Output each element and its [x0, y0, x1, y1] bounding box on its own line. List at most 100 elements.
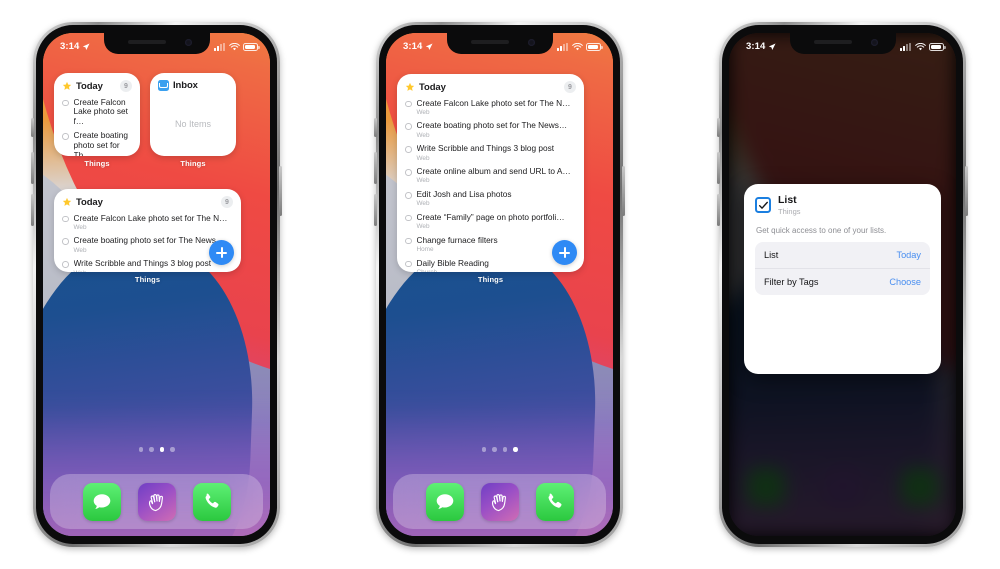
list-item[interactable]: Write Scribble and Things 3 blog post We… [405, 142, 576, 165]
task-project: Web [416, 154, 430, 162]
widget-header: Today 9 [54, 73, 140, 94]
dock [393, 474, 606, 529]
checkbox-circle-icon[interactable] [405, 192, 412, 199]
page-dots[interactable] [43, 447, 270, 452]
task-title: Create boating photo set for The News… [416, 121, 568, 131]
task-title: Change furnace filters [416, 235, 498, 245]
notch [789, 33, 896, 54]
status-time: 3:14 [403, 41, 423, 52]
wifi-icon [228, 42, 240, 50]
battery-icon [586, 42, 603, 51]
task-title: Create boating photo set for The News… [73, 236, 225, 246]
list-item[interactable]: Create “Family” page on photo portfoli… … [405, 210, 576, 233]
list-item[interactable]: Create boating photo set for The News… W… [405, 119, 576, 142]
task-project: Web [73, 223, 87, 231]
list-item[interactable]: Write Scribble and Things 3 blog post We… [62, 257, 233, 272]
list-item[interactable]: Change furnace filters Home [405, 233, 576, 256]
task-title: Create “Family” page on photo portfoli… [416, 212, 565, 222]
messages-app-icon[interactable] [425, 482, 464, 521]
screenshot-stage: 3:14 Today 9 Create Falcon Lake photo se… [0, 0, 1000, 569]
checkbox-circle-icon[interactable] [62, 238, 69, 245]
task-title: Create boating photo set for Th… [73, 131, 128, 156]
checkbox-circle-icon[interactable] [405, 123, 412, 130]
notch [446, 33, 553, 54]
list-item[interactable]: Create boating photo set for The News… W… [62, 234, 233, 257]
widget-config-modal-wrap: List Things Get quick access to one of y… [729, 33, 956, 536]
widget-header: Today 9 [54, 189, 241, 210]
task-title: Edit Josh and Lisa photos [416, 190, 512, 200]
checkbox-circle-icon[interactable] [62, 215, 69, 222]
cellular-signal-icon [557, 42, 568, 51]
task-project: Web [416, 108, 430, 116]
star-icon [62, 81, 72, 90]
checkbox-circle-icon[interactable] [405, 237, 412, 245]
cellular-signal-icon [214, 42, 225, 51]
dialog-subtitle: Things [778, 206, 801, 216]
task-project: Web [416, 223, 430, 231]
wifi-icon [571, 42, 583, 50]
add-task-button[interactable] [552, 240, 577, 265]
checkbox-circle-icon[interactable] [405, 214, 412, 222]
widget-today-small[interactable]: Today 9 Create Falcon Lake photo set f… [54, 73, 140, 156]
list-item[interactable]: Daily Bible Reading Church [405, 256, 576, 272]
widget-app-label: Things [180, 159, 206, 168]
widget-title: Today [76, 80, 103, 92]
notch [103, 33, 210, 54]
widget-app-label: Things [134, 275, 161, 284]
widget-title: Inbox [173, 80, 198, 91]
checkbox-circle-icon[interactable] [405, 260, 412, 268]
list-item[interactable]: Create online album and send URL to A… W… [405, 165, 576, 188]
phone2-home-screen: Today 9 Create Falcon Lake photo set for… [386, 33, 613, 536]
option-value[interactable]: Today [896, 250, 921, 260]
widget-today-medium[interactable]: Today 9 Create Falcon Lake photo set for… [54, 189, 241, 272]
widget-app-label: Things [84, 159, 110, 168]
inbox-icon [158, 80, 169, 91]
phone-app-icon[interactable] [535, 482, 574, 521]
list-item[interactable]: Edit Josh and Lisa photos Web [405, 188, 576, 211]
widget-count-badge: 9 [221, 196, 233, 208]
dialog-description: Get quick access to one of your lists. [756, 226, 887, 236]
checkbox-circle-icon[interactable] [405, 146, 412, 153]
checkbox-circle-icon[interactable] [62, 133, 69, 140]
task-list: Create Falcon Lake photo set f… Create b… [54, 94, 140, 156]
list-item[interactable]: Create Falcon Lake photo set f… [62, 95, 132, 129]
option-row-list[interactable]: List Today [755, 242, 930, 268]
prayer-hands-app-icon[interactable] [137, 482, 176, 521]
widget-header: Inbox [150, 73, 236, 91]
dialog-options-group: List Today Filter by Tags Choose [755, 242, 930, 296]
add-task-button[interactable] [209, 240, 234, 265]
widget-config-dialog: List Things Get quick access to one of y… [744, 184, 941, 374]
task-project: Web [74, 270, 234, 272]
widget-header: Today 9 [397, 74, 584, 95]
list-item[interactable]: Create Falcon Lake photo set for The N… … [405, 96, 576, 119]
option-value[interactable]: Choose [889, 277, 921, 287]
star-icon [405, 82, 415, 91]
dialog-title: List [778, 194, 797, 206]
checkbox-circle-icon[interactable] [405, 169, 412, 176]
messages-app-icon[interactable] [82, 482, 121, 521]
widget-title: Today [76, 196, 103, 208]
task-title: Create Falcon Lake photo set for The N… [416, 98, 571, 108]
dialog-header: List Things [755, 194, 930, 216]
location-arrow-icon [426, 42, 433, 50]
widget-inbox-small[interactable]: Inbox No Items [150, 73, 236, 156]
checkbox-circle-icon[interactable] [62, 261, 69, 268]
option-row-filter-by-tags[interactable]: Filter by Tags Choose [755, 268, 930, 295]
page-dots[interactable] [386, 447, 613, 452]
empty-state-text: No Items [174, 118, 211, 129]
task-title: Create Falcon Lake photo set f… [73, 97, 128, 127]
checkbox-circle-icon[interactable] [62, 99, 69, 106]
phone-app-icon[interactable] [192, 482, 231, 521]
star-icon [62, 197, 72, 206]
list-item[interactable]: Create Falcon Lake photo set for The N… … [62, 211, 233, 234]
checkbox-circle-icon[interactable] [405, 100, 412, 107]
dock [50, 474, 263, 529]
task-project: Web [416, 131, 430, 139]
task-project: Church [417, 269, 577, 272]
widget-today-large[interactable]: Today 9 Create Falcon Lake photo set for… [397, 74, 584, 272]
prayer-hands-app-icon[interactable] [480, 482, 519, 521]
widget-title: Today [419, 81, 446, 93]
list-item[interactable]: Create boating photo set for Th… [62, 129, 132, 156]
widget-app-label: Things [477, 275, 504, 284]
option-label: Filter by Tags [764, 277, 819, 288]
